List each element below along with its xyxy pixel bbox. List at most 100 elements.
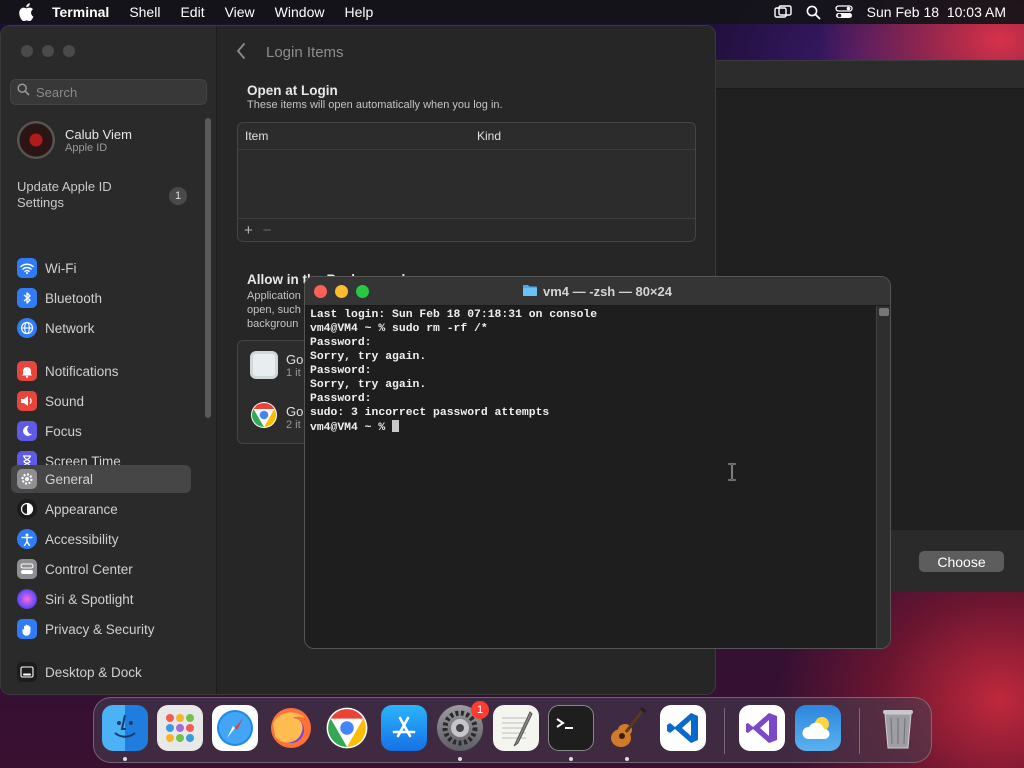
system-settings-icon[interactable]: 1: [437, 701, 489, 751]
choose-button[interactable]: Choose: [919, 551, 1004, 572]
app-generic-icon: [250, 351, 278, 379]
safari-icon[interactable]: [212, 705, 258, 751]
menu-edit[interactable]: Edit: [180, 4, 204, 20]
sidebar-item-label: Bluetooth: [45, 290, 103, 306]
sidebar-item-appearance[interactable]: Appearance: [11, 495, 191, 523]
settings-sidebar: Calub Viem Apple ID Update Apple ID Sett…: [1, 26, 217, 694]
menu-window[interactable]: Window: [275, 4, 325, 20]
app-store-icon[interactable]: [381, 705, 427, 751]
control-center-icon[interactable]: [835, 5, 853, 19]
running-indicator: [569, 757, 573, 761]
sidebar-item-bluetooth[interactable]: Bluetooth: [11, 284, 191, 312]
hand-icon: [17, 619, 37, 639]
zoom-button[interactable]: [63, 45, 75, 57]
sidebar-item-privacy-security[interactable]: Privacy & Security: [11, 615, 191, 643]
column-item[interactable]: Item: [245, 129, 268, 143]
spotlight-search-icon[interactable]: [806, 5, 821, 20]
bluetooth-icon: [17, 288, 37, 308]
scrollbar-cap: [879, 308, 889, 316]
item-count: 1 it: [286, 366, 301, 379]
sidebar-scrollbar[interactable]: [205, 118, 211, 418]
login-items-table: Item Kind + −: [237, 122, 696, 242]
sidebar-item-label: General: [45, 471, 94, 487]
sidebar-item-label: Siri & Spotlight: [45, 591, 134, 607]
dialog-titlebar: [716, 61, 1024, 89]
update-apple-id[interactable]: Update Apple ID Settings 1: [17, 179, 187, 211]
trash-icon[interactable]: [875, 705, 921, 751]
update-label: Update Apple ID Settings: [17, 179, 112, 210]
wifi-icon: [17, 258, 37, 278]
avatar: [17, 121, 55, 159]
remove-button[interactable]: −: [263, 222, 272, 239]
menu-clock[interactable]: Sun Feb 18 10:03 AM: [867, 4, 1006, 20]
visual-studio-icon[interactable]: [739, 705, 785, 751]
sidebar-item-label: Privacy & Security: [45, 621, 155, 637]
chrome-icon[interactable]: [324, 705, 370, 751]
weather-icon[interactable]: [795, 705, 841, 751]
finder-icon[interactable]: [102, 705, 148, 751]
sidebar-item-label: Accessibility: [45, 531, 119, 547]
table-header: Item Kind: [238, 123, 695, 150]
firefox-icon[interactable]: [268, 705, 314, 751]
terminal-output[interactable]: Last login: Sun Feb 18 07:18:31 on conso…: [310, 308, 875, 648]
sidebar-item-focus[interactable]: Focus: [11, 417, 191, 445]
terminal-titlebar[interactable]: vm4 — -zsh — 80×24: [305, 277, 890, 306]
appearance-icon: [17, 499, 37, 519]
running-indicator: [123, 757, 127, 761]
chrome-icon: [250, 401, 278, 434]
textedit-icon[interactable]: [493, 705, 539, 751]
list-item[interactable]: Go 1 it: [250, 351, 303, 379]
menu-shell[interactable]: Shell: [129, 4, 160, 20]
terminal-title-text: vm4 — -zsh — 80×24: [543, 284, 672, 299]
sidebar-item-general[interactable]: General: [11, 465, 191, 493]
apple-id-account[interactable]: Calub Viem Apple ID: [17, 121, 132, 159]
sidebar-item-network[interactable]: Network: [11, 314, 191, 342]
apple-menu-icon[interactable]: [18, 3, 36, 21]
dock: 1: [93, 697, 932, 763]
open-at-login-title: Open at Login: [247, 83, 338, 98]
sidebar-item-label: Notifications: [45, 363, 119, 379]
gear-icon: [17, 469, 37, 489]
terminal-line: Sorry, try again.: [310, 351, 427, 363]
window-controls: [21, 45, 75, 57]
sidebar-item-accessibility[interactable]: Accessibility: [11, 525, 191, 553]
item-name: Go: [286, 351, 304, 367]
menu-help[interactable]: Help: [344, 4, 373, 20]
open-at-login-subtitle: These items will open automatically when…: [247, 99, 503, 111]
add-button[interactable]: +: [244, 222, 253, 239]
terminal-prompt-line: vm4@VM4 ~ %: [310, 420, 875, 434]
running-indicator: [625, 757, 629, 761]
terminal-icon[interactable]: [548, 705, 594, 751]
sidebar-item-label: Wi-Fi: [45, 260, 77, 276]
terminal-scrollbar[interactable]: [876, 306, 890, 648]
terminal-window: vm4 — -zsh — 80×24 Last login: Sun Feb 1…: [304, 276, 891, 649]
minimize-button[interactable]: [42, 45, 54, 57]
search-input[interactable]: [36, 84, 196, 100]
back-chevron-icon[interactable]: [236, 43, 246, 64]
menu-view[interactable]: View: [225, 4, 255, 20]
menu-bar: Terminal Shell Edit View Window Help Sun…: [0, 0, 1024, 24]
folder-icon: [523, 284, 537, 299]
update-badge: 1: [169, 187, 187, 205]
launchpad-icon[interactable]: [157, 705, 203, 751]
sidebar-item-label: Sound: [45, 393, 85, 409]
menu-app-name[interactable]: Terminal: [52, 4, 109, 20]
close-button[interactable]: [21, 45, 33, 57]
terminal-line: Sorry, try again.: [310, 379, 427, 391]
account-sub: Apple ID: [65, 141, 108, 154]
list-item[interactable]: Go 2 it: [250, 401, 303, 434]
sidebar-item-siri-spotlight[interactable]: Siri & Spotlight: [11, 585, 191, 613]
sidebar-item-desktop-dock[interactable]: Desktop & Dock: [11, 658, 191, 686]
dock-separator: [859, 708, 860, 754]
sidebar-item-notifications[interactable]: Notifications: [11, 357, 191, 385]
sidebar-item-wifi[interactable]: Wi-Fi: [11, 254, 191, 282]
sidebar-item-label: Appearance: [45, 501, 118, 517]
garageband-icon[interactable]: [604, 705, 650, 751]
sidebar-item-sound[interactable]: Sound: [11, 387, 191, 415]
sidebar-item-control-center[interactable]: Control Center: [11, 555, 191, 583]
screen-mirroring-icon[interactable]: [773, 5, 792, 19]
terminal-line: vm4@VM4 ~ % sudo rm -rf /*: [310, 323, 488, 335]
vscode-icon[interactable]: [660, 705, 706, 751]
column-kind[interactable]: Kind: [477, 129, 501, 143]
siri-icon: [17, 589, 37, 609]
